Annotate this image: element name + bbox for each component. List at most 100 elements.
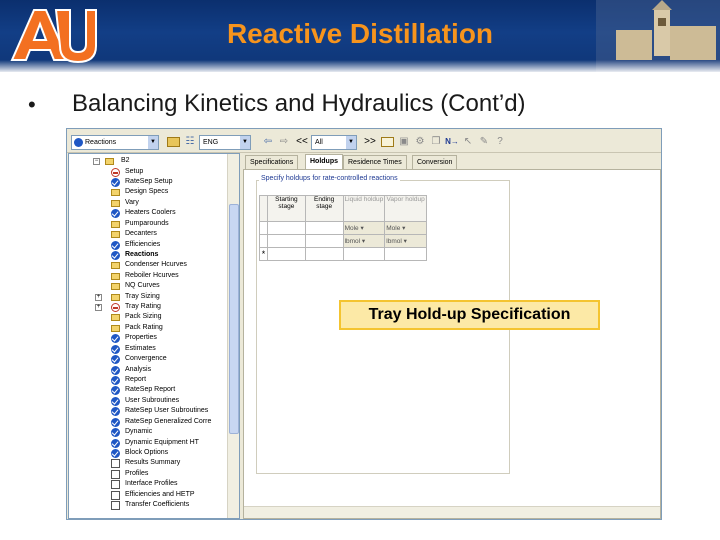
tree-scrollbar[interactable] (227, 154, 239, 518)
bullet-marker: • (28, 92, 36, 117)
tree-item-label: NQ Curves (125, 282, 160, 290)
column-header: Vapor holdup (384, 195, 427, 222)
back-arrow-icon[interactable]: ⇦ (261, 135, 275, 149)
forward-arrow-icon[interactable]: ⇨ (277, 135, 291, 149)
grid-cell (304, 234, 344, 248)
check-icon (111, 428, 120, 438)
tree-item-label: Pumparounds (125, 219, 169, 227)
slide-heading: Balancing Kinetics and Hydraulics (Cont’… (72, 90, 526, 117)
column-header: Liquid holdup (342, 195, 386, 222)
check-icon (111, 407, 120, 417)
object-combo[interactable]: Reactions ▼ (71, 135, 159, 150)
red-circle-icon (111, 303, 120, 313)
help-icon[interactable]: ? (493, 135, 507, 149)
slide-banner: Reactive Distillation (0, 0, 720, 72)
check-icon (111, 344, 120, 354)
expand-icon[interactable]: + (95, 293, 102, 301)
folder-icon (111, 314, 120, 322)
check-icon (111, 448, 120, 458)
ending-stage-input[interactable] (304, 247, 344, 261)
tab-specifications[interactable]: Specifications (245, 155, 299, 169)
vapor-basis-value: Mole (386, 225, 401, 232)
tree-view-icon[interactable]: ☷ (183, 135, 197, 149)
tree-item-label: Pack Rating (125, 323, 163, 331)
collapse-icon[interactable]: − (93, 158, 100, 165)
vapor-holdup-input[interactable] (384, 247, 427, 261)
blank-form-icon[interactable] (381, 137, 394, 147)
gear-icon[interactable]: ⚙ (413, 135, 427, 149)
liquid-basis-select[interactable]: Mole ▾ (342, 221, 386, 235)
vapor-units-select[interactable]: lbmol ▾ (384, 234, 427, 248)
vapor-units-value: lbmol (386, 238, 402, 245)
liquid-units-select[interactable]: lbmol ▾ (342, 234, 386, 248)
next-button[interactable]: N→ (445, 135, 459, 149)
tab-residence-times[interactable]: Residence Times (343, 155, 407, 169)
tree-scroll-thumb[interactable] (229, 204, 239, 434)
tree-item-label: Analysis (125, 365, 152, 373)
slide-title: Reactive Distillation (226, 18, 494, 49)
folder-icon (111, 189, 120, 197)
check-icon (111, 209, 120, 219)
folder-icon (111, 283, 120, 291)
liquid-units-value: lbmol (344, 238, 361, 245)
check-icon (111, 365, 120, 375)
callout-label: Tray Hold-up Specification (339, 300, 600, 330)
units-combo-value: ENG (203, 139, 219, 146)
check-icon (111, 417, 120, 427)
grid-cell (266, 234, 306, 248)
nav-combo[interactable]: All ▼ (311, 135, 357, 150)
tab-holdups[interactable]: Holdups (305, 154, 343, 169)
tree-item-label: Convergence (125, 355, 167, 363)
folder-icon[interactable] (167, 137, 180, 147)
vapor-basis-select[interactable]: Mole ▾ (384, 221, 427, 235)
holdups-grid: Starting stage Ending stage Liquid holdu… (259, 195, 427, 261)
nav-combo-value: All (315, 139, 323, 146)
folder-icon (111, 262, 120, 270)
expand-icon[interactable]: + (95, 304, 102, 312)
tree-item-label: User Subroutines (125, 396, 180, 404)
liquid-holdup-input[interactable] (342, 247, 386, 261)
tree-item-label: Heaters Coolers (125, 209, 176, 217)
copy-icon[interactable]: ❐ (429, 135, 443, 149)
tree-item-label: Setup (125, 167, 144, 175)
tree-item-label: Tray Sizing (125, 292, 160, 300)
column-header: Ending stage (304, 195, 344, 222)
au-logo-icon (10, 9, 97, 64)
tree-item-label: Vary (125, 198, 139, 206)
holdups-group-label: Specify holdups for rate-controlled reac… (259, 175, 400, 182)
folder-icon (111, 293, 120, 301)
row-header-cell (259, 195, 268, 222)
tree-item-label: Dynamic (125, 428, 153, 436)
tree-item-label: RateSep Generalized Corre (125, 417, 212, 425)
back-button[interactable]: << (295, 135, 309, 149)
object-combo-value: Reactions (85, 139, 117, 146)
data-browser-tree: − B2 Setup RateSep Setup Design Specs Vary H… (68, 153, 240, 519)
check-icon (111, 438, 120, 448)
tree-item-label: Reactions (125, 250, 159, 258)
tree-item-label: Interface Profiles (125, 480, 178, 488)
print-icon[interactable]: ▣ (397, 135, 411, 149)
starting-stage-input[interactable] (266, 247, 306, 261)
check-icon (111, 250, 120, 260)
chevron-down-icon: ▼ (148, 136, 158, 149)
units-combo[interactable]: ENG ▼ (199, 135, 251, 150)
banner-fade (0, 60, 720, 72)
red-circle-icon (111, 167, 120, 177)
tree-item-label: Profiles (125, 469, 149, 477)
grid-cell (304, 221, 344, 235)
forward-button[interactable]: >> (363, 135, 377, 149)
liquid-basis-value: Mole (344, 225, 359, 232)
pencil-icon[interactable]: ✎ (477, 135, 491, 149)
chevron-down-icon: ▼ (346, 136, 356, 149)
tree-item-label: Reboiler Hcurves (125, 271, 179, 279)
tree-item-label: Results Summary (125, 459, 181, 467)
block-icon (105, 158, 114, 165)
tree-item-label: RateSep Setup (125, 178, 173, 186)
tree-item-label: Block Options (125, 448, 169, 456)
pointer-icon[interactable]: ↖ (461, 135, 475, 149)
tab-conversion[interactable]: Conversion (412, 155, 458, 169)
tree-item-label: Properties (125, 334, 157, 342)
holdups-panel: Specify holdups for rate-controlled reac… (243, 169, 661, 519)
tree-item-label: Estimates (125, 344, 156, 352)
panel-scrollbar[interactable] (244, 506, 660, 518)
